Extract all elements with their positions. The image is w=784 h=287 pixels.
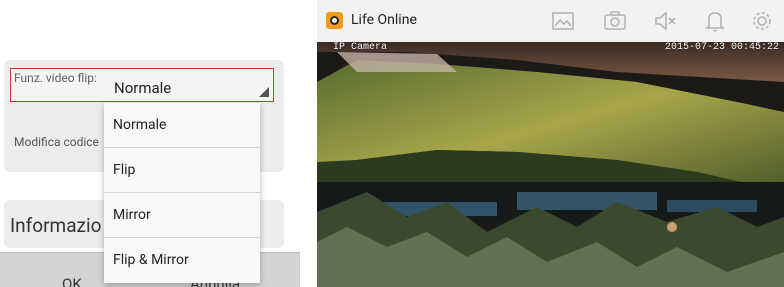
info-title: Informazio <box>10 214 102 237</box>
video-flip-label: Funz. video flip: <box>14 71 97 85</box>
option-flip[interactable]: Flip <box>104 148 260 193</box>
camera-app: Life Online IP Camera 2015-07-23 00:45:2… <box>317 0 784 287</box>
camera-feed-image <box>317 42 784 287</box>
ok-button[interactable]: OK <box>62 275 82 287</box>
speaker-muted-icon[interactable] <box>652 8 678 34</box>
modifica-codice-label[interactable]: Modifica codice <box>14 135 99 149</box>
camera-timestamp-overlay: 2015-07-23 00:45:22 <box>665 42 780 53</box>
app-topbar: Life Online <box>317 0 784 42</box>
video-flip-value: Normale <box>114 79 172 97</box>
video-flip-select[interactable]: Funz. video flip: Normale <box>10 68 274 102</box>
option-normale[interactable]: Normale <box>104 103 260 148</box>
camera-name-overlay: IP Camera <box>333 42 388 53</box>
camera-icon[interactable] <box>602 8 628 34</box>
option-flip-and-mirror[interactable]: Flip & Mirror <box>104 238 260 283</box>
option-mirror[interactable]: Mirror <box>104 193 260 238</box>
app-logo-icon <box>326 12 343 29</box>
flip-options-dropdown: Normale Flip Mirror Flip & Mirror <box>104 103 260 283</box>
bell-icon[interactable] <box>702 8 728 34</box>
camera-feed[interactable]: IP Camera 2015-07-23 00:45:22 <box>317 42 784 287</box>
dropdown-triangle-icon <box>259 87 269 97</box>
app-title: Life Online <box>351 12 417 28</box>
gear-icon[interactable] <box>749 8 775 34</box>
image-icon[interactable] <box>550 8 576 34</box>
settings-dialog: Funz. video flip: Normale Modifica codic… <box>0 0 300 287</box>
